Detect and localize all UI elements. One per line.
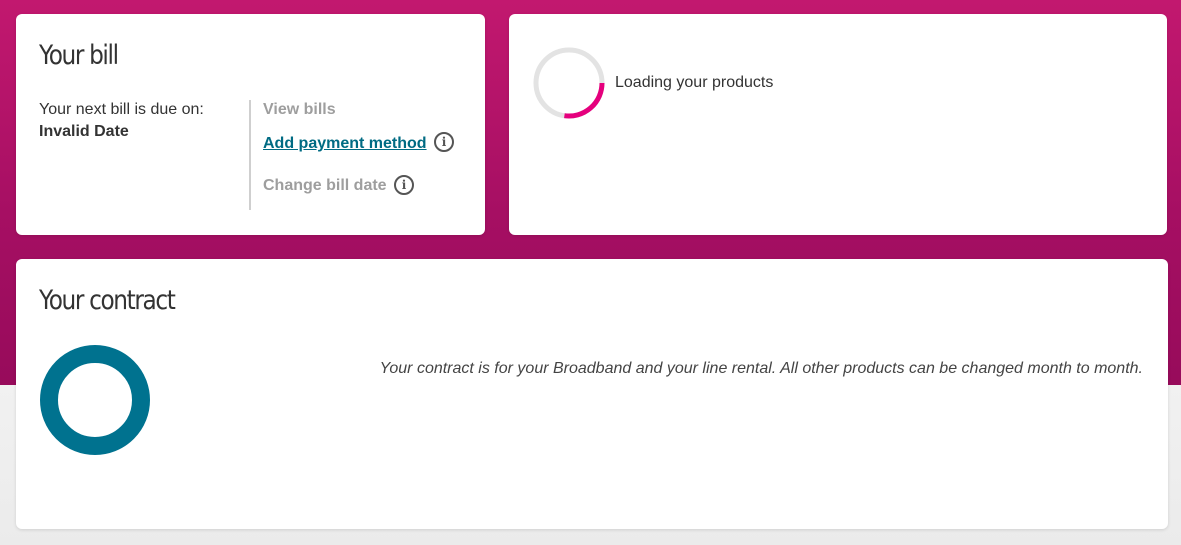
add-payment-method-link[interactable]: Add payment method	[263, 135, 427, 153]
change-bill-date-link[interactable]: Change bill date	[263, 177, 387, 195]
view-bills-link[interactable]: View bills	[263, 101, 336, 119]
next-bill-due-date: Invalid Date	[39, 123, 129, 140]
loading-products-text: Loading your products	[615, 74, 774, 91]
bill-divider	[249, 100, 251, 210]
products-card: Loading your products	[509, 14, 1167, 235]
bill-title: Your bill	[39, 40, 119, 71]
contract-title: Your contract	[39, 285, 176, 316]
next-bill-due-label: Your next bill is due on:	[39, 101, 204, 118]
contract-description: Your contract is for your Broadband and …	[379, 360, 1143, 377]
contract-donut-chart	[40, 345, 150, 455]
change-bill-date-info-icon[interactable]: i	[394, 175, 414, 195]
add-payment-info-icon[interactable]: i	[434, 132, 454, 152]
loading-spinner-icon	[533, 47, 605, 119]
bill-card: Your bill Your next bill is due on: Inva…	[16, 14, 485, 235]
contract-card: Your contract Your contract is for your …	[16, 259, 1168, 529]
